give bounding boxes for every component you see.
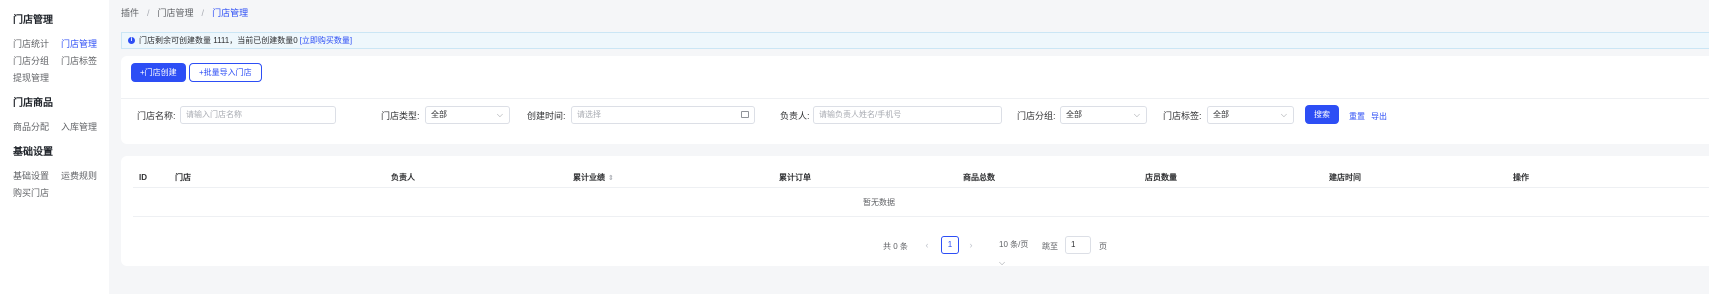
page-number-current[interactable]: 1 xyxy=(941,236,959,254)
column-header-products: 商品总数 xyxy=(963,173,995,182)
chevron-down-icon: ⌵ xyxy=(1133,110,1140,119)
quota-notice: i 门店剩余可创建数量 1111，当前已创建数量0 [立即购买数量] xyxy=(121,32,1709,49)
breadcrumb-separator: / xyxy=(201,8,205,18)
store-group-value: 全部 xyxy=(1066,110,1082,119)
export-button[interactable]: 导出 xyxy=(1371,111,1387,122)
table-header: ID 门店 负责人 累计业绩 ⇕ 累计订单 商品总数 店员数量 建店时间 操作 xyxy=(133,168,1709,188)
owner-label: 负责人: xyxy=(780,111,810,121)
reset-button[interactable]: 重置 xyxy=(1349,111,1365,122)
store-tag-value: 全部 xyxy=(1213,110,1229,119)
prev-page-button[interactable]: ‹ xyxy=(919,237,935,254)
create-time-picker[interactable]: 请选择 xyxy=(571,106,755,124)
sidebar: 门店管理 门店统计 门店管理 门店分组 门店标签 提现管理 门店商品 商品分配 … xyxy=(0,0,109,294)
jump-page-input[interactable]: 1 xyxy=(1065,236,1091,254)
column-header-sales[interactable]: 累计业绩 ⇕ xyxy=(573,168,614,188)
store-type-label: 门店类型: xyxy=(381,111,420,121)
chevron-down-icon: ⌵ xyxy=(496,110,503,119)
batch-import-button[interactable]: +批量导入门店 xyxy=(189,63,262,82)
sidebar-item-buy-store[interactable]: 购买门店 xyxy=(13,185,61,202)
breadcrumb: 插件 / 门店管理 / 门店管理 xyxy=(121,6,248,20)
table-card: ID 门店 负责人 累计业绩 ⇕ 累计订单 商品总数 店员数量 建店时间 操作 暂… xyxy=(121,156,1709,267)
column-header-owner: 负责人 xyxy=(391,173,415,182)
create-store-button[interactable]: +门店创建 xyxy=(131,63,186,82)
sidebar-item-product-allocation[interactable]: 商品分配 xyxy=(13,119,61,136)
sidebar-item-basic-settings[interactable]: 基础设置 xyxy=(13,168,61,185)
sidebar-item-store-stats[interactable]: 门店统计 xyxy=(13,36,61,53)
store-type-select[interactable]: 全部 ⌵ xyxy=(425,106,510,124)
column-header-store: 门店 xyxy=(175,173,191,182)
store-name-input[interactable]: 请输入门店名称 xyxy=(180,106,336,124)
sidebar-item-store-groups[interactable]: 门店分组 xyxy=(13,53,61,70)
store-tag-label: 门店标签: xyxy=(1163,111,1202,121)
page-size-select[interactable]: 10 条/页 ⌵ xyxy=(993,236,1035,267)
sort-icon[interactable]: ⇕ xyxy=(608,175,614,182)
chevron-down-icon: ⌵ xyxy=(999,258,1006,267)
search-button[interactable]: 搜索 xyxy=(1305,105,1339,124)
store-group-label: 门店分组: xyxy=(1017,111,1056,121)
column-header-orders: 累计订单 xyxy=(779,173,811,182)
breadcrumb-item-store-management[interactable]: 门店管理 xyxy=(158,6,194,20)
breadcrumb-separator: / xyxy=(147,8,150,18)
page-unit-label: 页 xyxy=(1099,242,1107,251)
calendar-icon xyxy=(741,111,749,118)
column-header-actions: 操作 xyxy=(1513,173,1529,182)
owner-input[interactable]: 请输负责人姓名/手机号 xyxy=(813,106,1002,124)
column-header-sales-label: 累计业绩 xyxy=(573,173,605,182)
sidebar-item-store-tags[interactable]: 门店标签 xyxy=(61,53,109,70)
store-type-value: 全部 xyxy=(431,110,447,119)
sidebar-group-title: 门店管理 xyxy=(13,15,53,26)
pagination-total: 共 0 条 xyxy=(883,242,908,251)
sidebar-item-store-management[interactable]: 门店管理 xyxy=(61,36,109,53)
sidebar-group-store-management: 门店管理 门店统计 门店管理 门店分组 门店标签 提现管理 xyxy=(0,12,109,87)
notice-text: 门店剩余可创建数量 1111，当前已创建数量0 xyxy=(139,36,298,45)
create-time-placeholder: 请选择 xyxy=(577,110,601,119)
column-header-staff: 店员数量 xyxy=(1145,173,1177,182)
sidebar-group-title: 门店商品 xyxy=(13,98,53,109)
store-group-select[interactable]: 全部 ⌵ xyxy=(1060,106,1147,124)
main-content: 插件 / 门店管理 / 门店管理 i 门店剩余可创建数量 1111，当前已创建数… xyxy=(109,0,1709,294)
sidebar-group-title: 基础设置 xyxy=(13,147,53,158)
breadcrumb-item-current: 门店管理 xyxy=(212,8,249,18)
jump-label: 跳至 xyxy=(1042,242,1058,251)
column-header-id: ID xyxy=(139,173,147,182)
store-name-label: 门店名称: xyxy=(137,111,176,121)
empty-state: 暂无数据 xyxy=(133,189,1709,217)
breadcrumb-item-plugins[interactable]: 插件 xyxy=(121,6,139,20)
sidebar-group-basic-settings: 基础设置 基础设置 运费规则 购买门店 xyxy=(0,144,109,202)
filter-card: +门店创建 +批量导入门店 门店名称: 请输入门店名称 门店类型: 全部 ⌵ 创… xyxy=(121,56,1709,144)
chevron-down-icon: ⌵ xyxy=(1280,110,1287,119)
store-tag-select[interactable]: 全部 ⌵ xyxy=(1207,106,1294,124)
column-header-created: 建店时间 xyxy=(1329,173,1361,182)
create-time-label: 创建时间: xyxy=(527,111,566,121)
sidebar-item-stock-in[interactable]: 入库管理 xyxy=(61,119,109,136)
page-size-value: 10 条/页 xyxy=(999,240,1029,249)
buy-quota-link[interactable]: [立即购买数量] xyxy=(300,35,352,46)
sidebar-item-shipping-rules[interactable]: 运费规则 xyxy=(61,168,109,185)
info-icon: i xyxy=(128,37,135,44)
divider xyxy=(121,98,1709,99)
sidebar-item-withdrawal[interactable]: 提现管理 xyxy=(13,70,61,87)
next-page-button[interactable]: › xyxy=(963,237,979,254)
sidebar-group-store-products: 门店商品 商品分配 入库管理 xyxy=(0,95,109,136)
